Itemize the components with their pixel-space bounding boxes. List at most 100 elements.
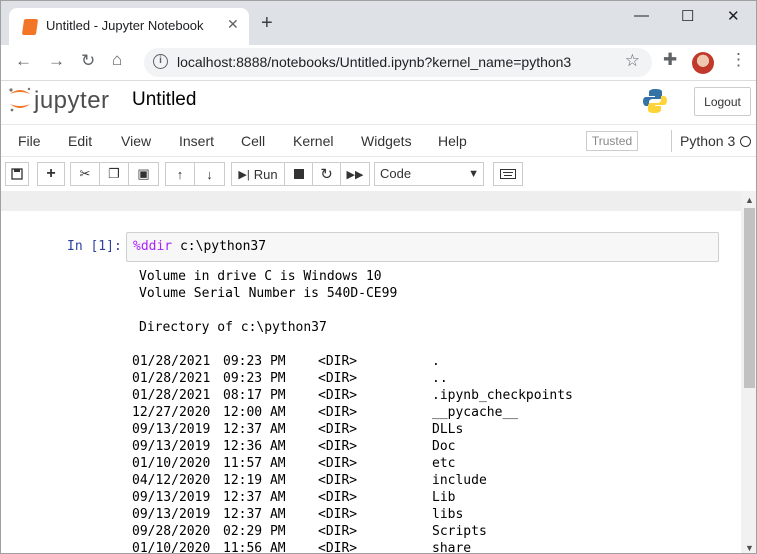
entry-date: 01/28/2021 — [132, 388, 211, 403]
entry-time: 12:36 AM — [223, 439, 286, 454]
python-logo-icon — [643, 89, 667, 113]
run-button[interactable]: ▶| Run — [231, 162, 285, 186]
entry-name: Scripts — [432, 524, 487, 539]
url-text[interactable]: localhost:8888/notebooks/Untitled.ipynb?… — [177, 54, 571, 70]
paste-icon[interactable]: ▣ — [128, 162, 159, 186]
output-volume-line: Volume in drive C is Windows 10 — [139, 269, 382, 284]
add-cell-icon[interactable]: + — [37, 162, 65, 186]
interrupt-kernel-icon[interactable] — [284, 162, 313, 186]
move-down-icon[interactable]: ↓ — [194, 162, 225, 186]
entry-time: 11:57 AM — [223, 456, 286, 471]
notebook-menubar: File Edit View Insert Cell Kernel Widget… — [1, 124, 756, 157]
entry-date: 01/10/2020 — [132, 541, 211, 554]
entry-name: __pycache__ — [432, 405, 519, 420]
scroll-up-icon[interactable]: ▲ — [745, 195, 754, 205]
entry-name: DLLs — [432, 422, 464, 437]
back-arrow-icon[interactable]: ← — [15, 51, 32, 71]
entry-time: 12:19 AM — [223, 473, 286, 488]
keyboard-shortcuts-icon[interactable] — [493, 162, 523, 186]
vertical-scrollbar[interactable]: ▲ ▼ — [741, 191, 756, 553]
entry-type: <DIR> — [318, 524, 358, 539]
cell-source[interactable]: %ddir c:\python37 — [133, 239, 266, 254]
extensions-puzzle-icon[interactable]: ✚ — [663, 50, 677, 70]
jupyter-header: jupyter Untitled Logout — [1, 81, 756, 124]
save-icon[interactable] — [5, 162, 29, 186]
entry-type: <DIR> — [318, 473, 358, 488]
new-tab-button[interactable]: + — [261, 13, 273, 33]
maximize-button[interactable]: ☐ — [681, 7, 694, 25]
cell-type-select[interactable]: Code ▼ — [374, 162, 484, 186]
entry-time: 09:23 PM — [223, 371, 286, 386]
menu-edit[interactable]: Edit — [68, 133, 92, 149]
menu-insert[interactable]: Insert — [179, 133, 214, 149]
menu-kernel[interactable]: Kernel — [293, 133, 333, 149]
run-step-icon: ▶| — [238, 168, 250, 181]
entry-date: 09/13/2019 — [132, 507, 211, 522]
entry-type: <DIR> — [318, 507, 358, 522]
bookmark-star-icon[interactable]: ☆ — [625, 51, 640, 71]
entry-date: 04/12/2020 — [132, 473, 211, 488]
tab-title: Untitled - Jupyter Notebook — [46, 18, 204, 33]
browser-menu-icon[interactable]: ⋮ — [730, 50, 747, 70]
restart-run-all-icon[interactable]: ▶▶ — [340, 162, 370, 186]
browser-tab[interactable]: Untitled - Jupyter Notebook ✕ — [9, 8, 249, 45]
minimize-button[interactable]: — — [634, 7, 649, 24]
entry-type: <DIR> — [318, 456, 358, 471]
entry-type: <DIR> — [318, 541, 358, 554]
notebook-title[interactable]: Untitled — [132, 89, 196, 111]
move-up-icon[interactable]: ↑ — [165, 162, 195, 186]
reload-icon[interactable]: ↻ — [81, 51, 95, 71]
cut-icon[interactable]: ✂ — [70, 162, 100, 186]
scroll-down-icon[interactable]: ▼ — [745, 543, 754, 553]
entry-date: 09/13/2019 — [132, 490, 211, 505]
entry-time: 11:56 AM — [223, 541, 286, 554]
entry-name: share — [432, 541, 472, 554]
home-icon[interactable]: ⌂ — [112, 50, 122, 70]
entry-date: 01/28/2021 — [132, 354, 211, 369]
entry-type: <DIR> — [318, 354, 358, 369]
trusted-indicator[interactable]: Trusted — [586, 131, 638, 151]
copy-icon[interactable]: ❐ — [99, 162, 129, 186]
entry-date: 09/13/2019 — [132, 439, 211, 454]
tab-close-icon[interactable]: ✕ — [227, 16, 239, 33]
entry-name: libs — [432, 507, 464, 522]
chevron-down-icon: ▼ — [468, 168, 479, 180]
menu-widgets[interactable]: Widgets — [361, 133, 412, 149]
entry-time: 12:00 AM — [223, 405, 286, 420]
jupyter-logo-text[interactable]: jupyter — [34, 87, 110, 115]
site-info-icon[interactable]: i — [153, 54, 168, 69]
browser-window: Untitled - Jupyter Notebook ✕ + — ☐ ✕ ← … — [0, 0, 757, 554]
entry-name: Lib — [432, 490, 456, 505]
code-cell-input[interactable]: %ddir c:\python37 — [126, 232, 719, 262]
jupyter-logo-icon[interactable] — [7, 85, 33, 113]
menu-cell[interactable]: Cell — [241, 133, 265, 149]
entry-time: 02:29 PM — [223, 524, 286, 539]
close-window-button[interactable]: ✕ — [727, 7, 740, 25]
entry-date: 01/28/2021 — [132, 371, 211, 386]
tab-strip: Untitled - Jupyter Notebook ✕ + — ☐ ✕ — [1, 1, 756, 45]
menu-file[interactable]: File — [18, 133, 41, 149]
forward-arrow-icon[interactable]: → — [48, 51, 65, 71]
logout-button[interactable]: Logout — [694, 87, 751, 116]
scrollbar-thumb[interactable] — [744, 208, 755, 388]
entry-type: <DIR> — [318, 388, 358, 403]
entry-type: <DIR> — [318, 439, 358, 454]
kernel-status-icon — [740, 136, 751, 147]
entry-date: 09/13/2019 — [132, 422, 211, 437]
notebook-page: In [1]: %ddir c:\python37 Volume in driv… — [1, 211, 741, 554]
entry-name: . — [432, 354, 440, 369]
entry-name: include — [432, 473, 487, 488]
menu-view[interactable]: View — [121, 133, 151, 149]
magic-command: %ddir — [133, 239, 173, 254]
entry-time: 12:37 AM — [223, 507, 286, 522]
address-bar[interactable]: i localhost:8888/notebooks/Untitled.ipyn… — [144, 48, 652, 77]
restart-kernel-icon[interactable]: ↻ — [312, 162, 341, 186]
entry-time: 09:23 PM — [223, 354, 286, 369]
profile-avatar[interactable] — [692, 52, 714, 74]
entry-type: <DIR> — [318, 371, 358, 386]
jupyter-notebook-favicon-icon — [21, 19, 39, 35]
entry-date: 01/10/2020 — [132, 456, 211, 471]
entry-time: 12:37 AM — [223, 490, 286, 505]
menu-help[interactable]: Help — [438, 133, 467, 149]
notebook-container: In [1]: %ddir c:\python37 Volume in driv… — [1, 191, 741, 554]
